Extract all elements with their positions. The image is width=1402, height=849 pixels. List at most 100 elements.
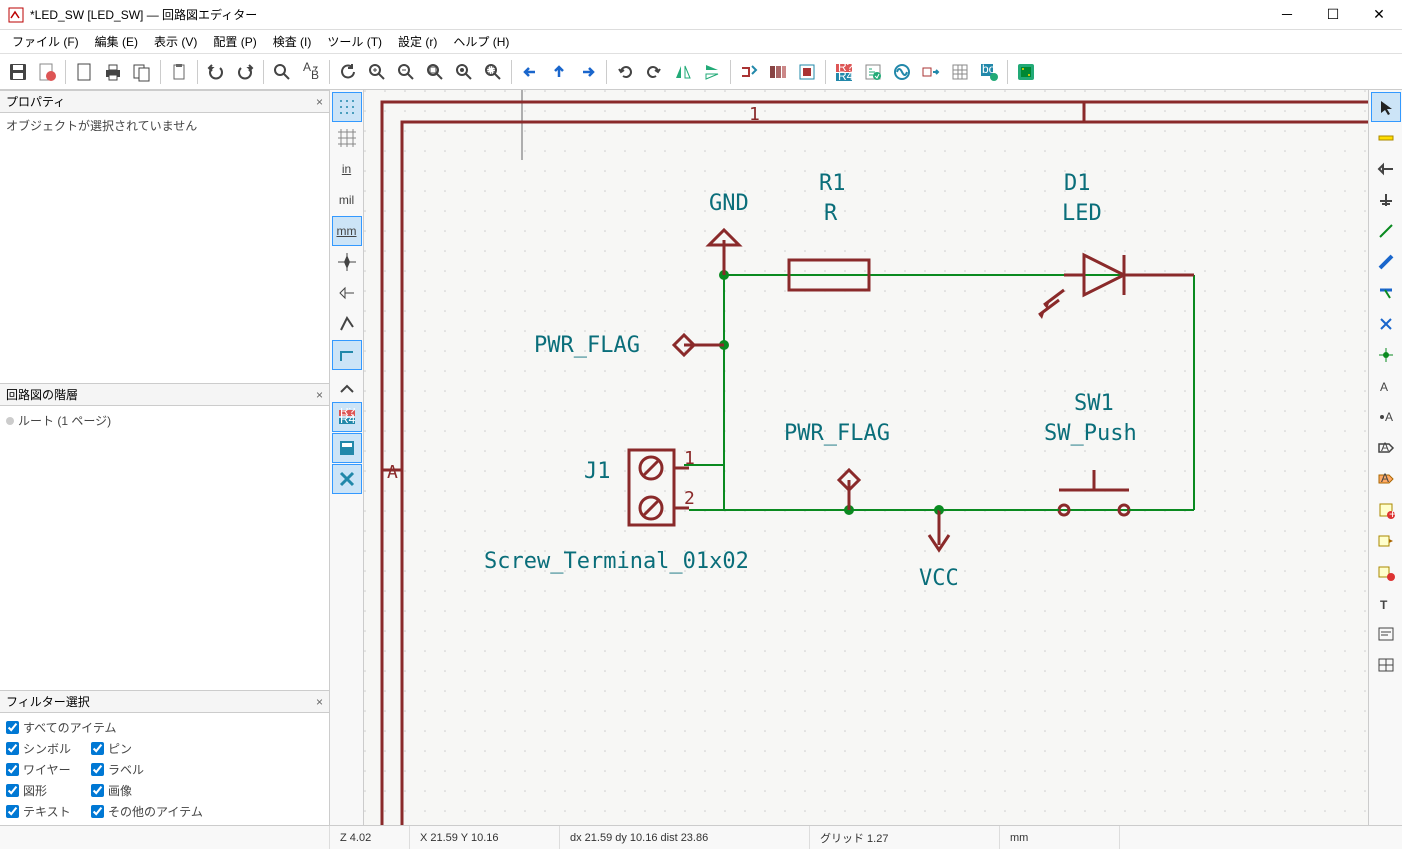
- menu-file[interactable]: ファイル (F): [4, 31, 87, 52]
- simulator-button[interactable]: [888, 58, 916, 86]
- filter-text[interactable]: テキスト: [6, 803, 71, 820]
- rotate-ccw-button[interactable]: [611, 58, 639, 86]
- units-mil-button[interactable]: mil: [332, 185, 362, 215]
- frame-row-label: A: [387, 462, 398, 483]
- mirror-h-button[interactable]: [669, 58, 697, 86]
- add-hier-label-tool[interactable]: A: [1371, 464, 1401, 494]
- zoom-objects-button[interactable]: [450, 58, 478, 86]
- refresh-button[interactable]: [334, 58, 362, 86]
- zoom-fit-button[interactable]: [421, 58, 449, 86]
- add-noconnect-tool[interactable]: [1371, 309, 1401, 339]
- filter-other[interactable]: その他のアイテム: [91, 803, 203, 820]
- add-sheet-pin-tool[interactable]: [1371, 526, 1401, 556]
- nav-up-button[interactable]: [545, 58, 573, 86]
- add-label-tool[interactable]: A: [1371, 371, 1401, 401]
- sheet-settings-button[interactable]: [33, 58, 61, 86]
- menu-view[interactable]: 表示 (V): [146, 31, 205, 52]
- menu-edit[interactable]: 編集 (E): [87, 31, 146, 52]
- menu-help[interactable]: ヘルプ (H): [445, 31, 517, 52]
- generate-bom-button[interactable]: bom: [975, 58, 1003, 86]
- svg-text:R42: R42: [340, 412, 356, 426]
- symbol-editor-button[interactable]: [735, 58, 763, 86]
- units-mm-button[interactable]: mm: [332, 216, 362, 246]
- redo-button[interactable]: [231, 58, 259, 86]
- menu-tools[interactable]: ツール (T): [319, 31, 390, 52]
- svg-text:A: A: [303, 62, 311, 74]
- undo-button[interactable]: [202, 58, 230, 86]
- menu-place[interactable]: 配置 (P): [205, 31, 264, 52]
- cursor-full-button[interactable]: [332, 247, 362, 277]
- add-netclass-tool[interactable]: A: [1371, 402, 1401, 432]
- add-table-tool[interactable]: [1371, 650, 1401, 680]
- filter-label[interactable]: ラベル: [91, 761, 203, 778]
- select-tool[interactable]: [1371, 92, 1401, 122]
- grid-lines-button[interactable]: [332, 123, 362, 153]
- add-global-label-tool[interactable]: A: [1371, 433, 1401, 463]
- page-button[interactable]: [70, 58, 98, 86]
- free-angle-button[interactable]: [332, 309, 362, 339]
- browse-libs-button[interactable]: [764, 58, 792, 86]
- 45deg-button[interactable]: [332, 371, 362, 401]
- add-power-tool[interactable]: [1371, 185, 1401, 215]
- svg-text:B: B: [311, 68, 319, 82]
- filter-shape[interactable]: 図形: [6, 782, 71, 799]
- main-toolbar: AB R??R42 bom: [0, 54, 1402, 90]
- close-button[interactable]: ✕: [1356, 0, 1402, 30]
- hierarchy-panel-header[interactable]: 回路図の階層 ×: [0, 383, 329, 406]
- add-junction-tool[interactable]: [1371, 340, 1401, 370]
- rotate-cw-button[interactable]: [640, 58, 668, 86]
- add-bus-entry-tool[interactable]: [1371, 278, 1401, 308]
- ortho-button[interactable]: [332, 340, 362, 370]
- annotate-button[interactable]: R??R42: [830, 58, 858, 86]
- zoom-in-button[interactable]: [363, 58, 391, 86]
- close-icon[interactable]: ×: [316, 388, 323, 402]
- highlight-net-tool[interactable]: [1371, 123, 1401, 153]
- minimize-button[interactable]: －: [1264, 0, 1310, 30]
- add-text-tool[interactable]: T: [1371, 588, 1401, 618]
- zoom-out-button[interactable]: [392, 58, 420, 86]
- hierarchy-root-item[interactable]: ルート (1 ページ): [6, 412, 323, 429]
- add-symbol-tool[interactable]: [1371, 154, 1401, 184]
- close-icon[interactable]: ×: [316, 95, 323, 109]
- print-button[interactable]: [99, 58, 127, 86]
- units-in-button[interactable]: in: [332, 154, 362, 184]
- add-textbox-tool[interactable]: [1371, 619, 1401, 649]
- menu-settings[interactable]: 設定 (r): [390, 31, 445, 52]
- filter-pin[interactable]: ピン: [91, 740, 203, 757]
- mirror-v-button[interactable]: [698, 58, 726, 86]
- annotate-toggle-button[interactable]: R??R42: [332, 402, 362, 432]
- filter-all[interactable]: すべてのアイテム: [6, 719, 323, 736]
- find-replace-button[interactable]: AB: [297, 58, 325, 86]
- status-unit[interactable]: mm: [1000, 826, 1120, 849]
- nav-fwd-button[interactable]: [574, 58, 602, 86]
- assign-footprints-button[interactable]: [917, 58, 945, 86]
- maximize-button[interactable]: ☐: [1310, 0, 1356, 30]
- add-wire-tool[interactable]: [1371, 216, 1401, 246]
- properties-panel-header[interactable]: プロパティ ×: [0, 90, 329, 113]
- schematic-canvas[interactable]: 1 A GND PWR_FLAG: [364, 90, 1368, 825]
- hidden-pins-button[interactable]: [332, 278, 362, 308]
- paste-button[interactable]: [165, 58, 193, 86]
- filter-symbol[interactable]: シンボル: [6, 740, 71, 757]
- plot-button[interactable]: [128, 58, 156, 86]
- add-sheet-tool[interactable]: +: [1371, 495, 1401, 525]
- bom-button[interactable]: [946, 58, 974, 86]
- add-bus-tool[interactable]: [1371, 247, 1401, 277]
- save-button[interactable]: [4, 58, 32, 86]
- sync-sheet-pins-tool[interactable]: [1371, 557, 1401, 587]
- nav-back-button[interactable]: [516, 58, 544, 86]
- close-icon[interactable]: ×: [316, 695, 323, 709]
- zoom-selection-button[interactable]: [479, 58, 507, 86]
- pcb-button[interactable]: [1012, 58, 1040, 86]
- hierarchy-toggle-button[interactable]: [332, 433, 362, 463]
- menu-inspect[interactable]: 検査 (I): [265, 31, 320, 52]
- footprint-assign-button[interactable]: [793, 58, 821, 86]
- find-button[interactable]: [268, 58, 296, 86]
- filter-panel-header[interactable]: フィルター選択 ×: [0, 690, 329, 713]
- grid-dots-button[interactable]: [332, 92, 362, 122]
- erc-button[interactable]: [859, 58, 887, 86]
- filter-wire[interactable]: ワイヤー: [6, 761, 71, 778]
- properties-toggle-button[interactable]: [332, 464, 362, 494]
- status-grid[interactable]: グリッド 1.27: [810, 826, 1000, 849]
- filter-image[interactable]: 画像: [91, 782, 203, 799]
